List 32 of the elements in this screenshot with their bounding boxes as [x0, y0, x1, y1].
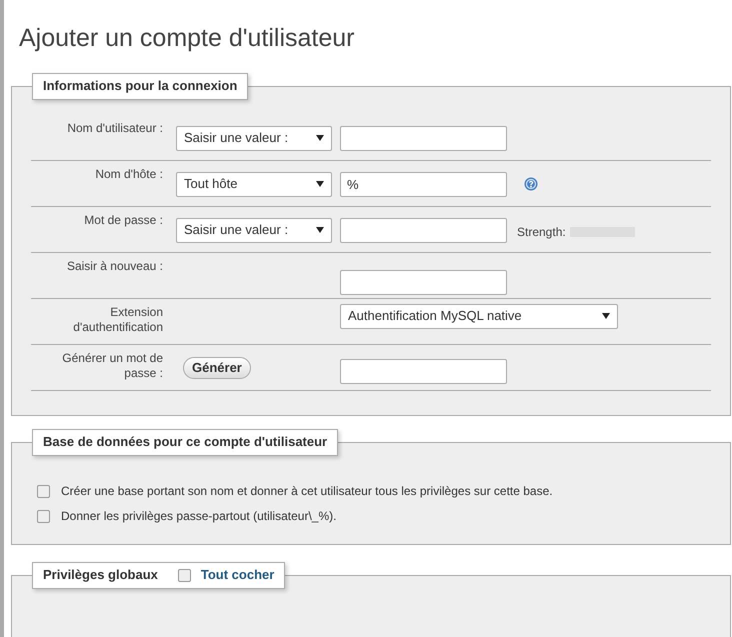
text-input[interactable] — [340, 270, 507, 294]
text-input[interactable]: % — [340, 172, 507, 196]
text-input[interactable] — [340, 358, 507, 384]
caret-icon — [602, 313, 610, 319]
dropdown[interactable]: Authentification MySQL native — [340, 304, 618, 328]
field-label: Extension d'authentification — [72, 304, 164, 336]
section-legend: Privilèges globaux — [43, 565, 158, 585]
strength-label: Strength: — [517, 224, 566, 240]
check-all-link[interactable]: Tout cocher — [200, 565, 274, 585]
caret-icon — [316, 227, 324, 233]
section-legend: Base de données pour ce compte d'utilisateur — [43, 432, 328, 452]
dropdown[interactable]: Saisir une valeur : — [176, 218, 332, 242]
generate-button[interactable]: Générer — [183, 356, 251, 378]
text-input[interactable] — [340, 218, 507, 242]
field-label: Mot de passe : — [83, 212, 164, 228]
checkbox[interactable] — [178, 568, 191, 582]
caret-icon — [316, 181, 324, 187]
field-label: Nom d'hôte : — [94, 166, 164, 182]
checkbox[interactable] — [37, 510, 50, 522]
option-label: Créer une base portant son nom et donner à cet utilisateur tous les privilèges sur cette base. — [61, 483, 553, 500]
page-title: Ajouter un compte d'utilisateur — [18, 23, 356, 54]
help-icon[interactable] — [524, 176, 538, 190]
field-label: Générer un mot de passe : — [61, 350, 164, 382]
text-input[interactable] — [340, 126, 507, 150]
section-legend: Informations pour la connexion — [43, 76, 238, 96]
checkbox[interactable] — [37, 484, 50, 498]
caret-icon — [316, 135, 324, 141]
field-label: Nom d'utilisateur : — [66, 120, 164, 136]
option-label: Donner les privilèges passe-partout (utilisateur\_%). — [61, 508, 336, 525]
dropdown[interactable]: Saisir une valeur : — [176, 126, 332, 150]
field-label: Saisir à nouveau : — [66, 258, 164, 274]
dropdown[interactable]: Tout hôte — [176, 172, 332, 196]
